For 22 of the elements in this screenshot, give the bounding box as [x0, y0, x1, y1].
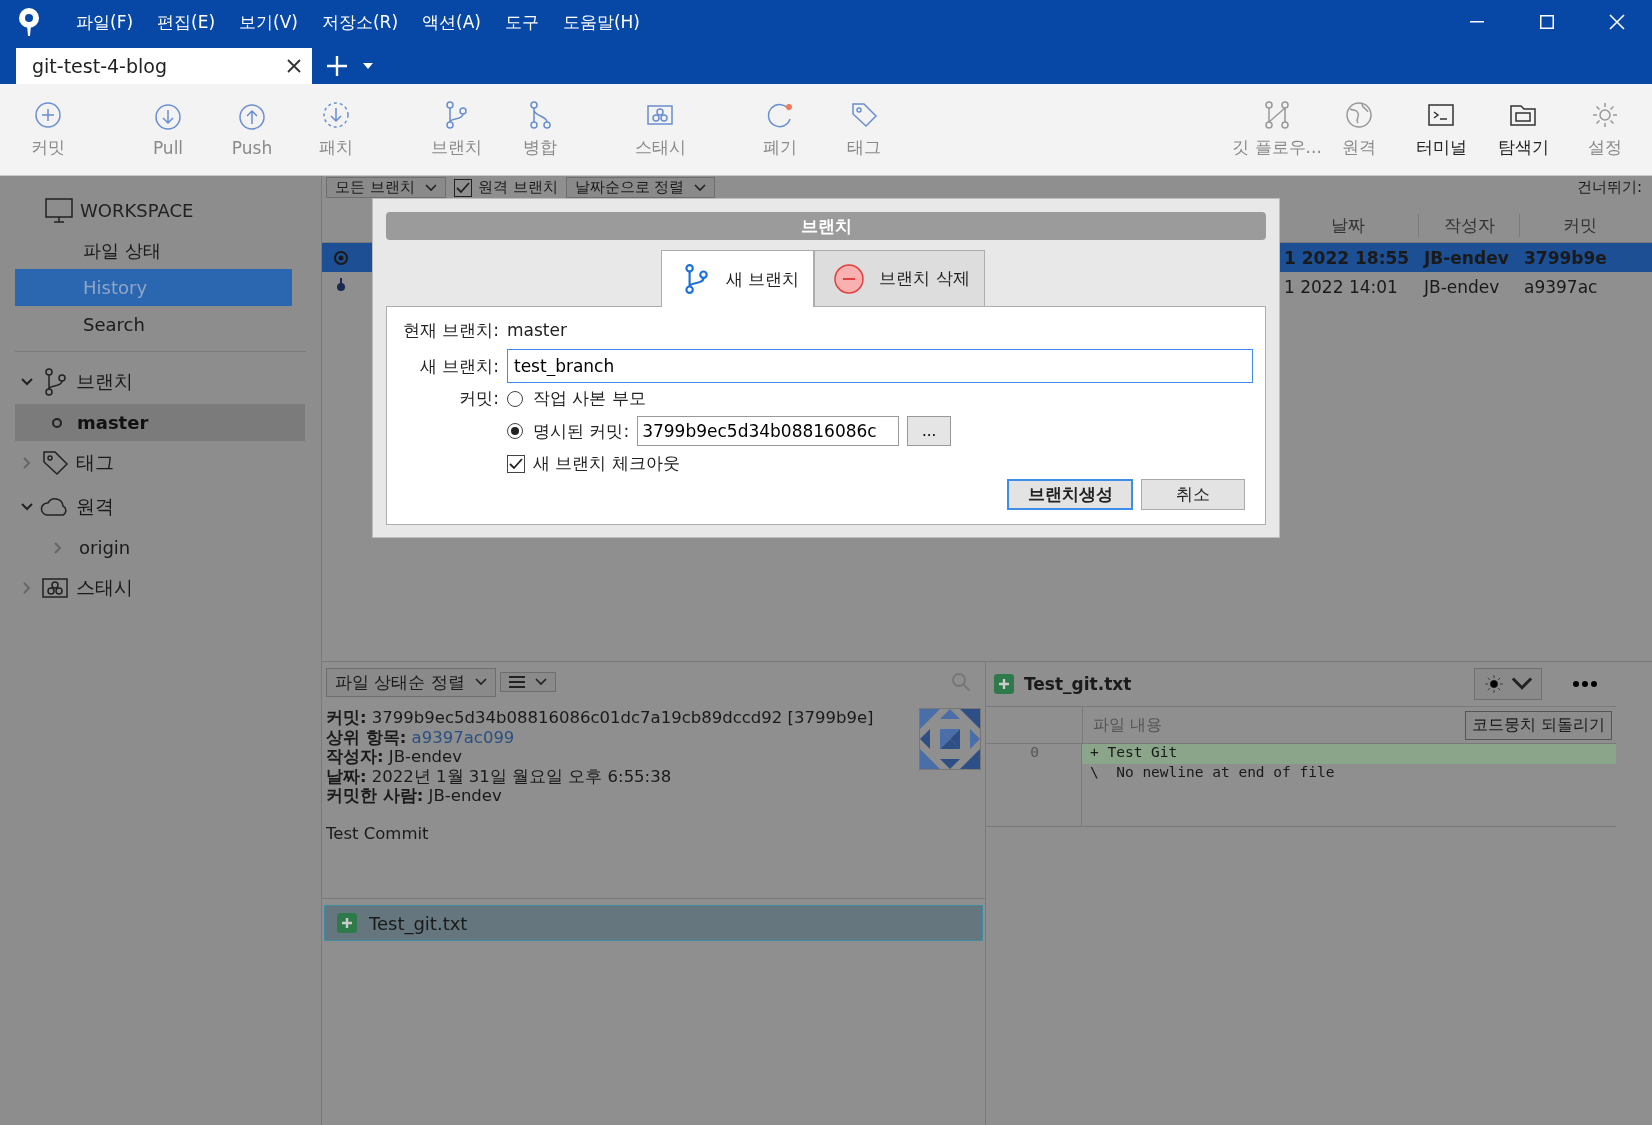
section-title: WORKSPACE [80, 199, 194, 221]
diff-line: \ No newline at end of file [1089, 764, 1336, 782]
current-branch-value: master [507, 320, 567, 340]
field-label: 새 브랜치: [418, 354, 500, 378]
commit-detail-line: 커밋한 사람: JB-endev [326, 786, 503, 806]
jump-label: 건너뛰기: [1576, 178, 1642, 197]
author-cell-text: JB-endev [1422, 276, 1501, 297]
commit-detail-line: 상위 항목: a9397ac099 [326, 727, 516, 747]
field-label: 현재 브랜치: [401, 318, 500, 342]
diff-file-name: Test_git.txt [1024, 674, 1132, 694]
dialog-title: 브랜치 [386, 212, 1266, 240]
commit-cell-text: 3799b9e [1523, 247, 1608, 268]
commit-detail-line: 작성자: JB-endev [326, 747, 463, 767]
commit-detail-line: 커밋: 3799b9ec5d34b08816086c01dc7a19cb89dccd92 [3799b9e] [326, 708, 875, 728]
commit-detail-line: 날짜: 2022년 1월 31일 월요일 오후 6:55:38 [326, 766, 673, 786]
author-cell-text: JB-endev [1422, 247, 1510, 268]
field-label: 커밋: [458, 387, 500, 410]
date-cell-text: 1 2022 18:55 [1283, 247, 1411, 268]
commit-cell-text: a9397ac [1523, 276, 1599, 297]
date-cell-text: 1 2022 14:01 [1283, 276, 1399, 297]
hunk-header: 파일 내용 [1092, 714, 1163, 736]
commit-message: Test Commit [326, 823, 430, 843]
